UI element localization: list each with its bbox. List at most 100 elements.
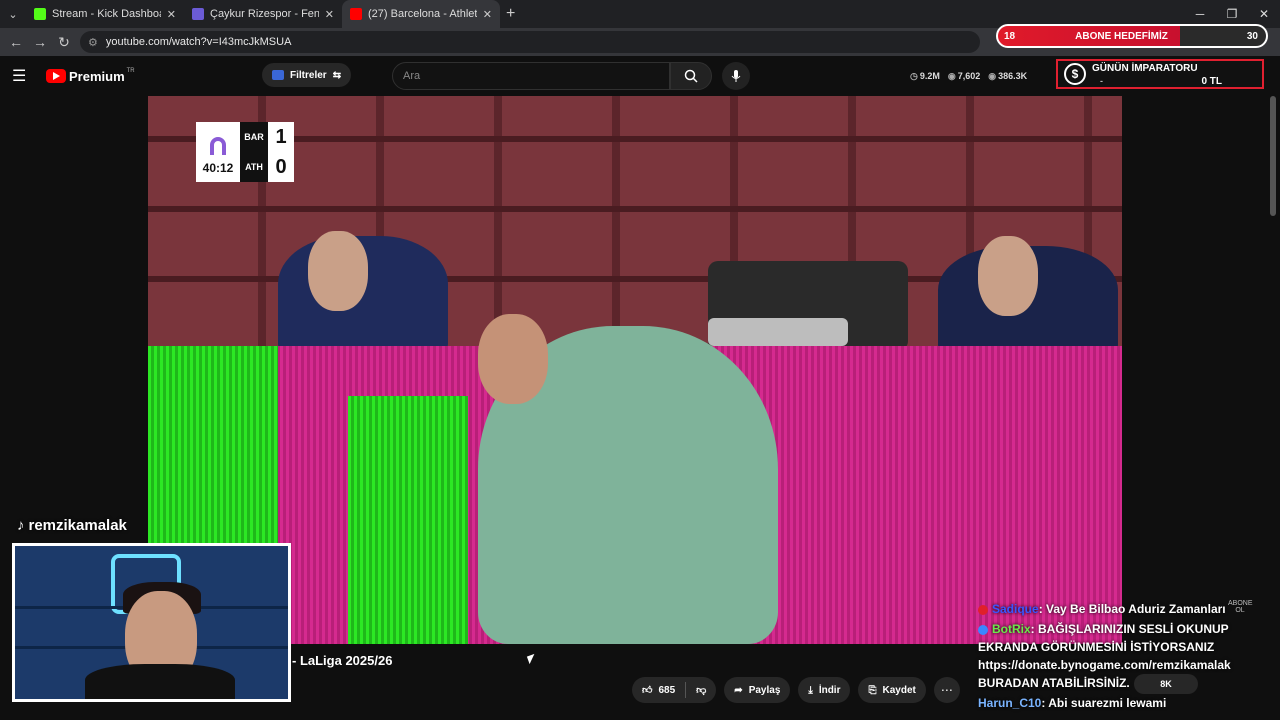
- player-head: [478, 314, 548, 404]
- chat-text: : Vay Be Bilbao Aduriz Zamanları: [1038, 602, 1226, 616]
- home-team: BAR: [244, 132, 264, 142]
- clock-icon: ◷: [910, 70, 918, 81]
- tab-youtube[interactable]: (27) Barcelona - Athletic Club ( ✕: [342, 0, 500, 28]
- tab-search-button[interactable]: ⌄: [0, 0, 26, 28]
- eye-icon: ◉: [988, 70, 997, 81]
- site-favicon-icon: [192, 8, 204, 20]
- emperor-amount: 0 TL: [1201, 76, 1222, 87]
- search-placeholder: Ara: [403, 70, 421, 82]
- close-window-icon[interactable]: ✕: [1248, 7, 1280, 21]
- team-codes: BAR ATH: [240, 122, 268, 182]
- led-board-green: [348, 396, 468, 644]
- filter-icon: [272, 70, 284, 80]
- like-count: 685: [658, 684, 676, 696]
- streamer-body: [85, 664, 235, 699]
- goal-label: ABONE HEDEFİMİZ: [1075, 30, 1168, 42]
- kick-favicon-icon: [34, 8, 46, 20]
- tiktok-handle: ♪ remzikamalak: [17, 517, 127, 534]
- tab-kick[interactable]: Stream - Kick Dashboard ✕: [26, 0, 184, 28]
- likes-value: 7,602: [957, 70, 981, 81]
- away-team: ATH: [245, 162, 263, 172]
- eye-icon: ◉: [947, 70, 956, 81]
- microphone-icon: [731, 70, 741, 82]
- chat-username: Sadique: [992, 602, 1039, 616]
- voice-search-button[interactable]: [722, 62, 750, 90]
- forward-icon[interactable]: →: [28, 34, 52, 50]
- divider: [685, 682, 687, 698]
- emperor-widget: $ GÜNÜN İMPARATORU - 0 TL: [1056, 59, 1264, 89]
- site-info-icon[interactable]: ⚙: [88, 36, 98, 49]
- search-input[interactable]: Ara: [392, 62, 670, 90]
- search-button[interactable]: [670, 62, 712, 90]
- share-label: Paylaş: [748, 684, 781, 696]
- minimize-icon[interactable]: ─: [1184, 7, 1216, 21]
- download-button[interactable]: ⤓ İndir: [798, 677, 851, 703]
- like-dislike-button[interactable]: 👍︎ 685 👎︎: [632, 677, 717, 703]
- home-score: 1: [275, 125, 287, 148]
- close-icon[interactable]: ✕: [167, 8, 176, 21]
- tab-title: Stream - Kick Dashboard: [52, 8, 161, 20]
- more-actions-button[interactable]: ⋯: [933, 677, 960, 703]
- save-button[interactable]: ⎘ Kaydet: [858, 677, 926, 703]
- thumbs-up-icon[interactable]: 👍︎: [642, 684, 652, 696]
- reload-icon[interactable]: ↻: [52, 34, 76, 51]
- tab-rizespor[interactable]: Çaykur Rizespor - Fenerbahçe | ✕: [184, 0, 342, 28]
- spectator-left-head: [308, 231, 368, 311]
- quality-chip[interactable]: 8K: [1134, 674, 1198, 694]
- seat-row: [148, 206, 1122, 212]
- download-label: İndir: [818, 684, 841, 696]
- chat-overlay: Sadique: Vay Be Bilbao Aduriz Zamanları …: [978, 600, 1248, 714]
- camera-lens: [708, 318, 848, 346]
- tab-title: (27) Barcelona - Athletic Club (: [368, 8, 477, 20]
- goal-target: 30: [1246, 30, 1258, 42]
- subscribe-logo: ABONE OL: [1228, 600, 1253, 614]
- chat-text: : Abi suarezmi lewami: [1041, 696, 1167, 710]
- new-tab-button[interactable]: +: [506, 5, 515, 23]
- emperor-title: GÜNÜN İMPARATORU: [1092, 63, 1198, 74]
- chat-username: Harun_C10: [978, 696, 1042, 710]
- bookmark-icon: ⎘: [868, 684, 877, 696]
- sliders-icon: ⇆: [332, 69, 342, 81]
- youtube-logo[interactable]: Premium TR: [46, 68, 135, 84]
- page-scrollbar[interactable]: [1270, 96, 1276, 216]
- likes-stat: ◉ 7,602: [948, 71, 980, 82]
- search-icon: [684, 69, 698, 83]
- subscriber-goal-bar: 18 ABONE HEDEFİMİZ 30: [996, 24, 1268, 48]
- maximize-icon[interactable]: ❐: [1216, 7, 1248, 21]
- bot-badge-icon: [978, 624, 988, 635]
- stream-stats: ◷ 9.2M ◉ 7,602 ◉ 386.3K: [910, 68, 1027, 84]
- spectator-right-head: [978, 236, 1038, 316]
- url-field[interactable]: ⚙ youtube.com/watch?v=I43mcJkMSUA: [80, 31, 980, 53]
- views-value: 9.2M: [919, 70, 940, 81]
- thumbs-down-icon[interactable]: 👎︎: [696, 684, 706, 696]
- chat-message: Sadique: Vay Be Bilbao Aduriz Zamanları: [978, 600, 1248, 618]
- tab-title: Çaykur Rizespor - Fenerbahçe |: [210, 8, 319, 20]
- subs-stat: ◉ 386.3K: [988, 71, 1027, 82]
- share-icon: ➦: [734, 684, 743, 696]
- youtube-play-icon: [46, 69, 66, 83]
- dollar-coin-icon: $: [1064, 63, 1086, 85]
- save-label: Kaydet: [882, 684, 916, 696]
- filters-label: Filtreler: [290, 69, 327, 81]
- close-icon[interactable]: ✕: [483, 8, 492, 21]
- close-icon[interactable]: ✕: [325, 8, 334, 21]
- video-title: - LaLiga 2025/26: [292, 653, 393, 668]
- youtube-brand: Premium: [69, 68, 125, 84]
- chat-message: BotRix: BAĞIŞLARINIZIN SESLİ OKUNUP EKRA…: [978, 620, 1248, 692]
- match-clock: 40:12: [196, 155, 240, 181]
- emperor-name: -: [1100, 76, 1103, 86]
- goal-current: 18: [1004, 30, 1016, 42]
- filters-button[interactable]: Filtreler ⇆: [262, 63, 352, 87]
- download-icon: ⤓: [808, 684, 813, 696]
- heart-badge-icon: [978, 604, 988, 615]
- scores: 1 0: [268, 122, 294, 182]
- share-button[interactable]: ➦ Paylaş: [724, 677, 791, 703]
- views-stat: ◷ 9.2M: [910, 71, 940, 82]
- back-icon[interactable]: ←: [4, 34, 28, 50]
- away-score: 0: [275, 155, 287, 178]
- tiktok-icon: ♪: [17, 517, 25, 534]
- chat-message: Harun_C10: Abi suarezmi lewami: [978, 694, 1248, 712]
- menu-icon[interactable]: ☰: [12, 66, 36, 86]
- video-actions: 👍︎ 685 👎︎ ➦ Paylaş ⤓ İndir ⎘ Kaydet ⋯: [632, 677, 960, 703]
- region-code: TR: [126, 68, 135, 74]
